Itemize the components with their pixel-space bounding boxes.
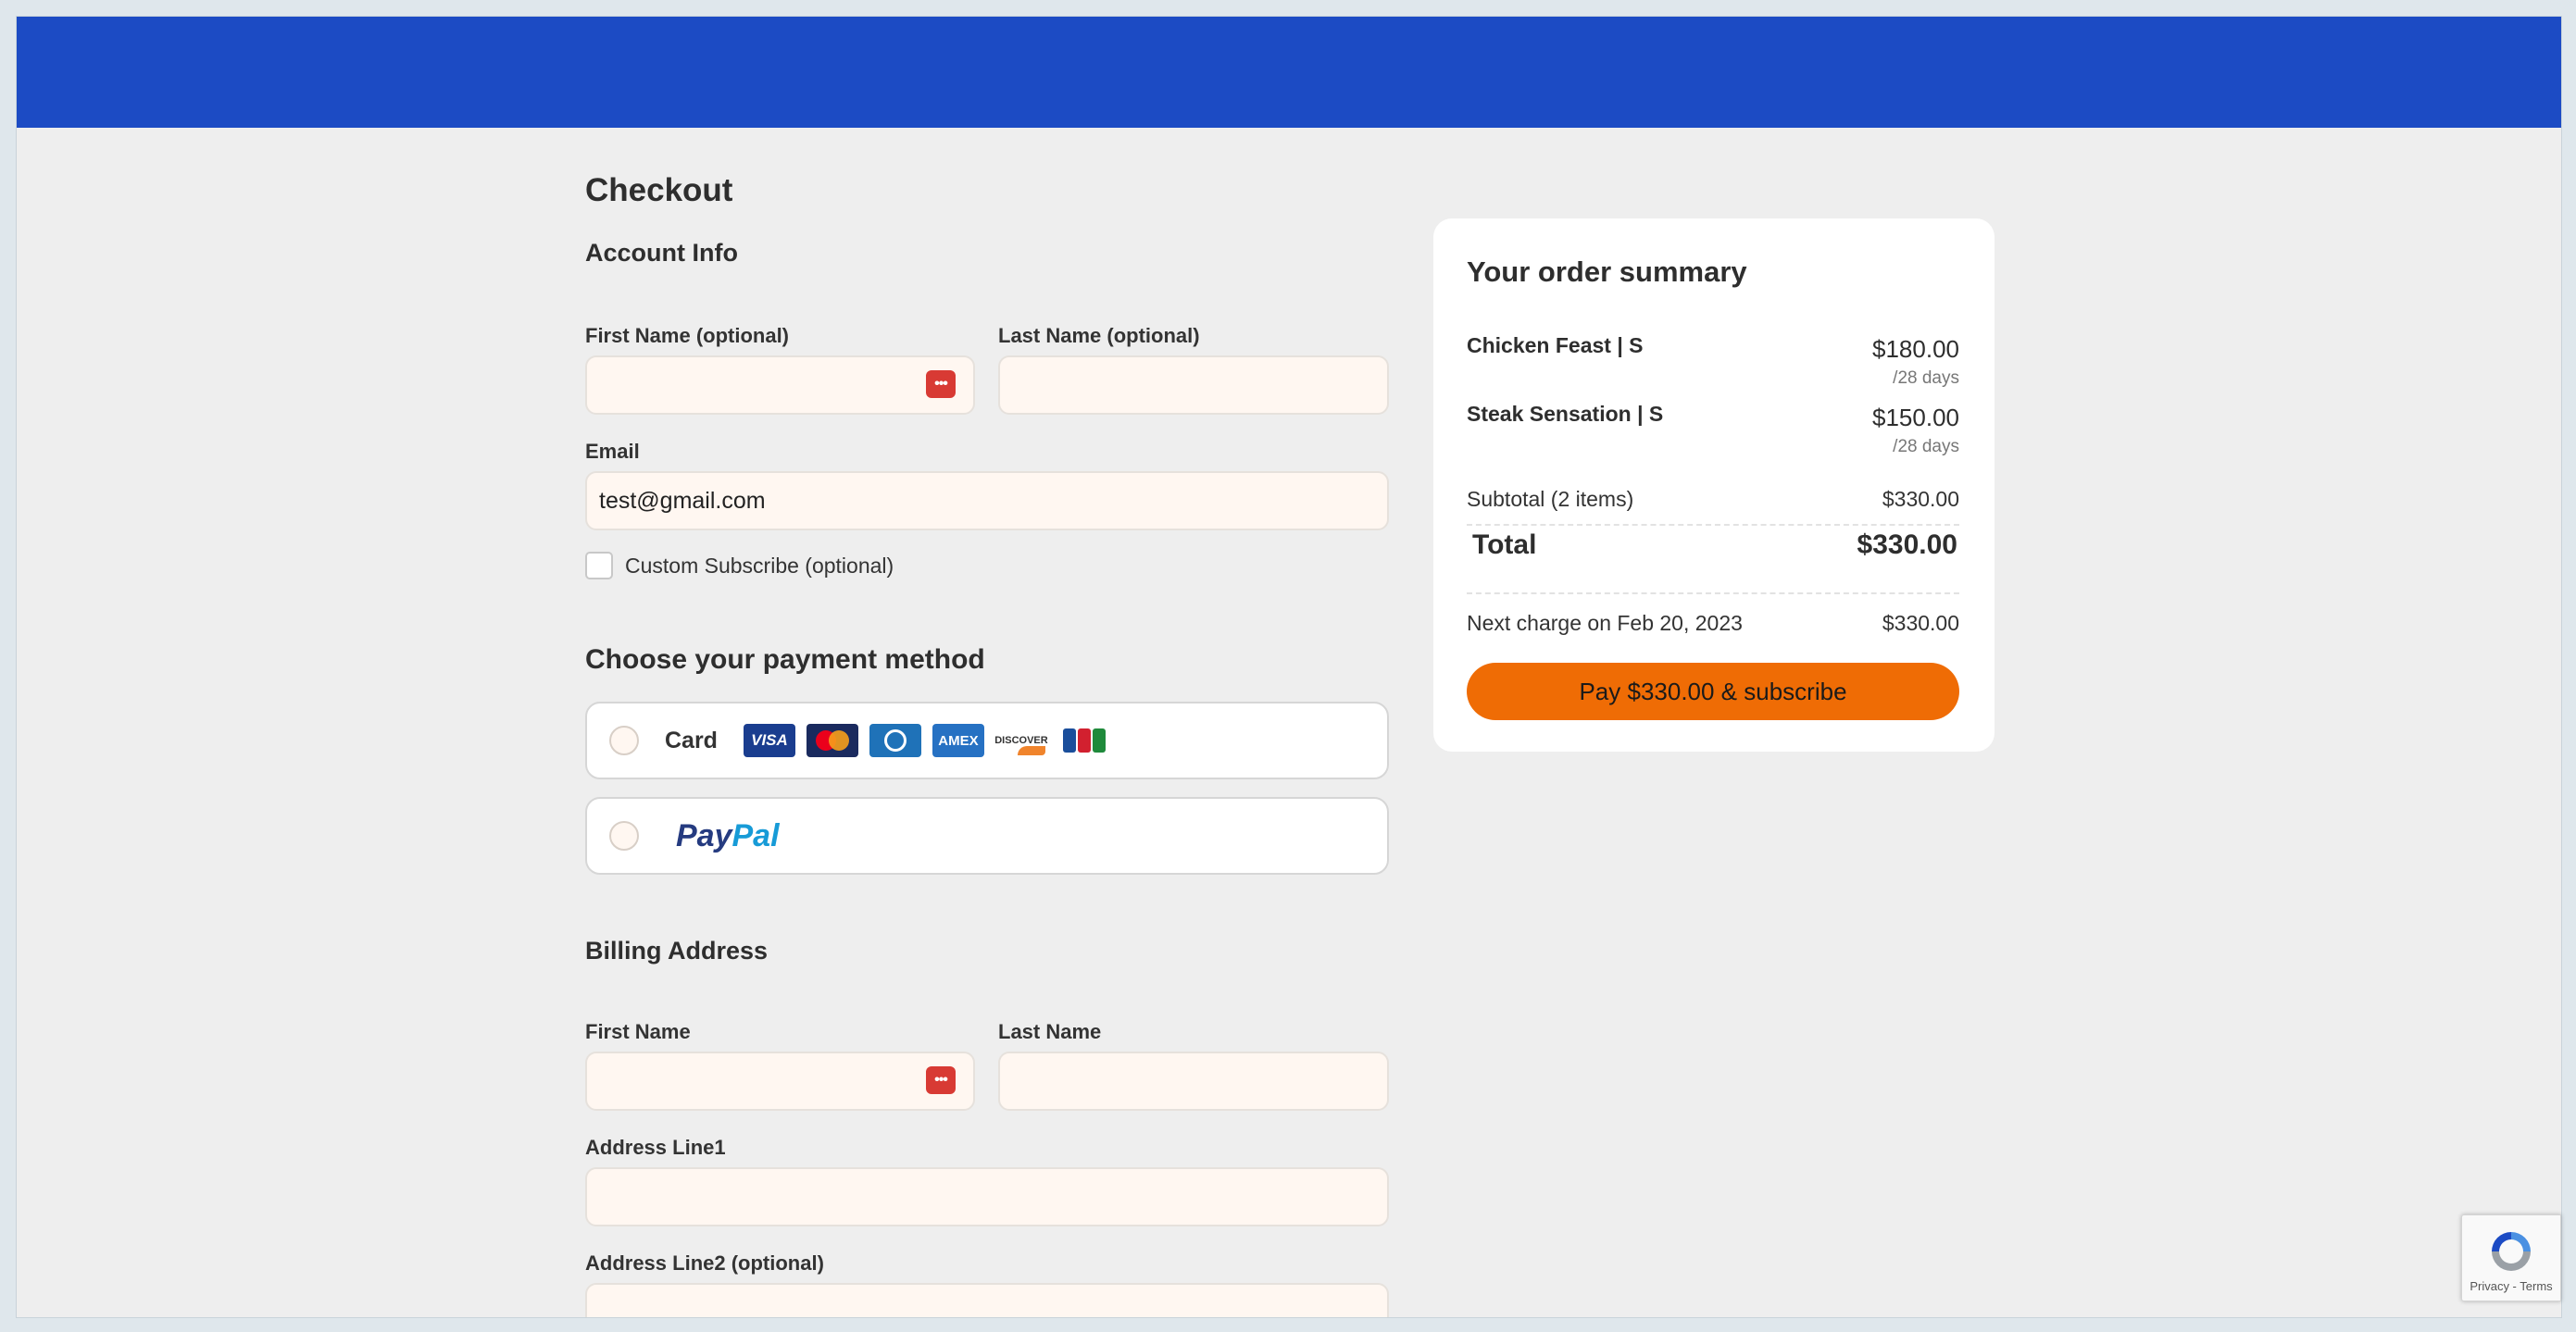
first-name-label: First Name (optional) — [585, 324, 790, 347]
email-label: Email — [585, 440, 640, 463]
browser-viewport: Checkout Account Info First Name (option… — [17, 17, 2561, 1317]
address-line2-input[interactable] — [585, 1283, 1389, 1317]
item-price: $150.00 — [1872, 404, 1959, 431]
address-line1-label: Address Line1 — [585, 1136, 726, 1159]
billing-last-name-input[interactable] — [998, 1052, 1389, 1111]
password-manager-icon[interactable]: ••• — [926, 1066, 956, 1094]
next-charge-value: $330.00 — [1882, 611, 1959, 635]
payment-option-card[interactable]: Card VISA AMEX DISCOVER — [585, 702, 1389, 779]
recaptcha-icon — [2492, 1232, 2531, 1271]
subtotal-row: Subtotal (2 items) $330.00 — [1467, 487, 1959, 512]
payment-method-heading: Choose your payment method — [585, 644, 985, 675]
card-brands: VISA AMEX DISCOVER — [743, 724, 1110, 757]
diners-club-icon — [869, 724, 921, 757]
first-name-input[interactable] — [585, 355, 975, 415]
discover-icon: DISCOVER — [994, 724, 1048, 757]
visa-icon: VISA — [743, 724, 795, 757]
divider — [1467, 592, 1959, 594]
item-period: /28 days — [1893, 368, 1959, 388]
divider — [1467, 524, 1959, 526]
address-line1-input[interactable] — [585, 1167, 1389, 1226]
card-radio[interactable] — [609, 726, 639, 755]
next-charge-label: Next charge on Feb 20, 2023 — [1467, 611, 1743, 635]
subtotal-label: Subtotal (2 items) — [1467, 487, 1634, 511]
billing-first-name-label: First Name — [585, 1020, 691, 1043]
order-summary-title: Your order summary — [1467, 255, 1747, 288]
paypal-logo: PayPal — [676, 817, 780, 853]
item-name: Steak Sensation | S — [1467, 402, 1664, 426]
recaptcha-badge[interactable]: Privacy - Terms — [2461, 1214, 2561, 1301]
next-charge-row: Next charge on Feb 20, 2023 $330.00 — [1467, 611, 1959, 636]
paypal-radio[interactable] — [609, 821, 639, 851]
email-input[interactable]: test@gmail.com — [585, 471, 1389, 530]
billing-last-name-label: Last Name — [998, 1020, 1102, 1043]
recaptcha-footer[interactable]: Privacy - Terms — [2462, 1279, 2560, 1293]
account-info-heading: Account Info — [585, 239, 738, 267]
last-name-label: Last Name (optional) — [998, 324, 1200, 347]
address-line2-label: Address Line2 (optional) — [585, 1251, 824, 1275]
last-name-input[interactable] — [998, 355, 1389, 415]
custom-subscribe-label[interactable]: Custom Subscribe (optional) — [625, 554, 894, 579]
summary-item: Steak Sensation | S $150.00 /28 days — [1467, 402, 1959, 461]
total-value: $330.00 — [1857, 529, 1957, 560]
subtotal-value: $330.00 — [1882, 487, 1959, 511]
jcb-icon — [1057, 724, 1110, 757]
order-summary-card: Your order summary Chicken Feast | S $18… — [1433, 218, 1995, 752]
card-label: Card — [665, 727, 718, 753]
amex-icon: AMEX — [932, 724, 984, 757]
custom-subscribe-row[interactable]: Custom Subscribe (optional) — [585, 552, 894, 579]
total-label: Total — [1472, 529, 1537, 560]
payment-option-paypal[interactable]: PayPal — [585, 797, 1389, 875]
password-manager-icon[interactable]: ••• — [926, 370, 956, 398]
page-title: Checkout — [585, 172, 733, 208]
billing-address-heading: Billing Address — [585, 937, 769, 965]
mastercard-icon — [806, 724, 858, 757]
summary-item: Chicken Feast | S $180.00 /28 days — [1467, 333, 1959, 392]
item-period: /28 days — [1893, 437, 1959, 456]
pay-subscribe-button[interactable]: Pay $330.00 & subscribe — [1467, 663, 1959, 720]
item-name: Chicken Feast | S — [1467, 333, 1644, 357]
billing-first-name-input[interactable] — [585, 1052, 975, 1111]
top-header-bar — [17, 17, 2561, 128]
item-price: $180.00 — [1872, 335, 1959, 363]
custom-subscribe-checkbox[interactable] — [585, 552, 613, 579]
